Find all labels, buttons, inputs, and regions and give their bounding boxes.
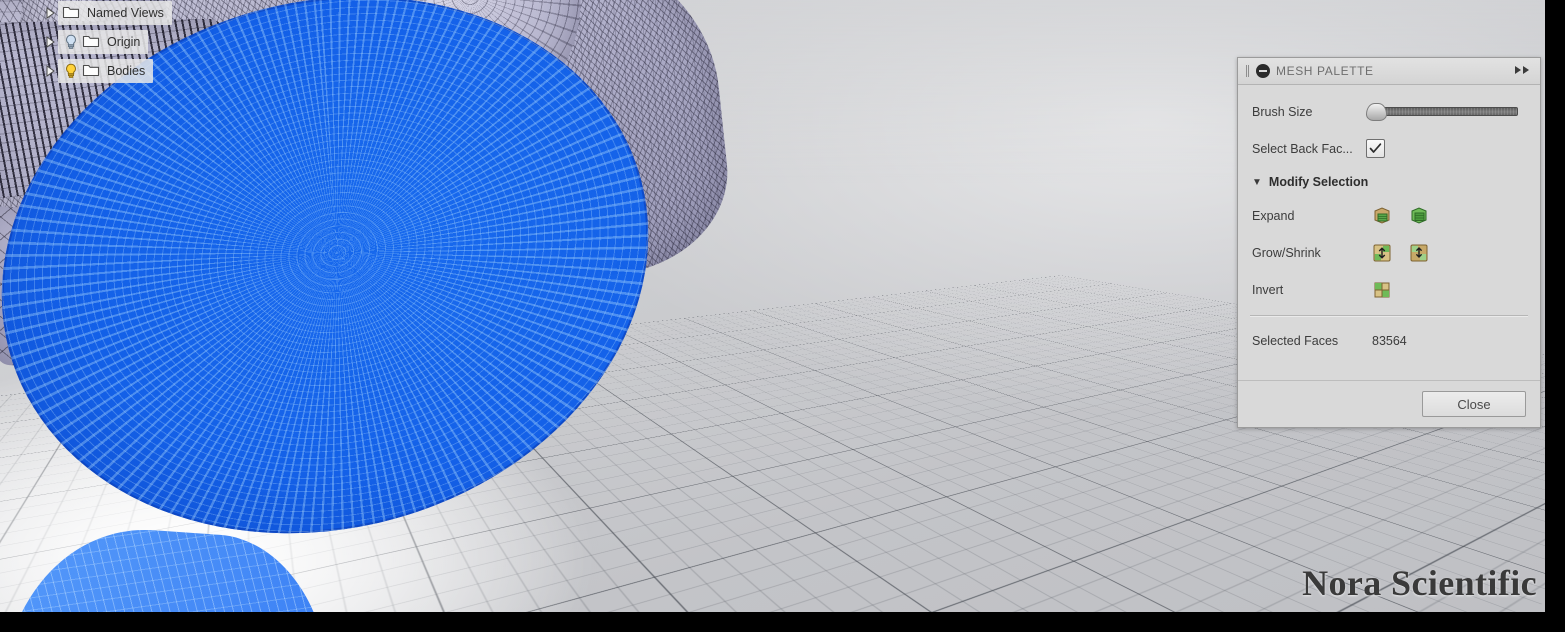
folder-icon xyxy=(82,62,100,80)
expand-triangle-icon[interactable] xyxy=(42,29,58,55)
tree-chip[interactable]: Origin xyxy=(58,30,149,54)
tree-row-origin[interactable]: Origin xyxy=(42,29,252,55)
expand-triangle-icon[interactable] xyxy=(42,0,58,26)
tree-chip[interactable]: Bodies xyxy=(58,59,154,83)
screenshot-frame: 3 Named xyxy=(0,0,1565,632)
expand-triangle-icon[interactable] xyxy=(42,58,58,84)
caret-down-icon[interactable]: ▼ xyxy=(1252,177,1262,188)
minimize-circle-icon[interactable] xyxy=(1256,64,1270,78)
slider-thumb[interactable] xyxy=(1366,102,1387,121)
select-back-faces-row: Select Back Fac... xyxy=(1238,130,1540,167)
mesh-palette-title: MESH PALETTE xyxy=(1276,64,1374,78)
invert-label: Invert xyxy=(1252,282,1284,297)
mesh-palette-panel[interactable]: MESH PALETTE Brush Size Select Back Fac.… xyxy=(1237,57,1541,428)
modify-selection-section-header[interactable]: ▼ Modify Selection xyxy=(1238,167,1540,197)
brush-size-row: Brush Size xyxy=(1238,93,1540,130)
select-back-faces-checkbox[interactable] xyxy=(1366,139,1385,158)
slider-track[interactable] xyxy=(1380,107,1518,116)
mesh-palette-header[interactable]: MESH PALETTE xyxy=(1238,58,1540,85)
lightbulb-on-icon[interactable] xyxy=(62,62,80,80)
expand-row: Expand xyxy=(1238,197,1540,234)
brush-size-slider[interactable] xyxy=(1366,102,1518,121)
grow-shrink-label: Grow/Shrink xyxy=(1252,245,1321,260)
browser-tree[interactable]: Named Views Origin Bodies xyxy=(42,0,252,87)
invert-buttons xyxy=(1372,280,1392,300)
modeling-viewport[interactable]: 3 Named xyxy=(0,0,1545,612)
lightbulb-off-icon[interactable] xyxy=(62,33,80,51)
checkmark-icon xyxy=(1369,143,1382,153)
select-back-faces-label: Select Back Fac... xyxy=(1252,141,1353,156)
watermark-text: Nora Scientific xyxy=(1302,563,1537,603)
selected-faces-value: 83564 xyxy=(1372,333,1407,348)
selected-wheel-group[interactable] xyxy=(0,0,667,612)
invert-selection-icon[interactable] xyxy=(1372,280,1392,300)
tree-row-named-views[interactable]: Named Views xyxy=(42,0,252,26)
tree-item-label: Bodies xyxy=(107,64,146,78)
invert-row: Invert xyxy=(1238,271,1540,308)
brush-size-label: Brush Size xyxy=(1252,104,1313,119)
shrink-selection-icon[interactable] xyxy=(1409,243,1429,263)
tree-chip[interactable]: Named Views xyxy=(58,1,172,25)
drag-grip-icon[interactable] xyxy=(1242,64,1250,78)
close-button[interactable]: Close xyxy=(1422,391,1526,417)
tree-row-bodies[interactable]: Bodies xyxy=(42,58,252,84)
expand-box-green-icon[interactable] xyxy=(1409,206,1429,226)
tree-item-label: Named Views xyxy=(87,6,164,20)
folder-icon xyxy=(62,4,80,22)
expand-buttons xyxy=(1372,206,1429,226)
tree-item-label: Origin xyxy=(107,35,141,49)
grow-shrink-row: Grow/Shrink xyxy=(1238,234,1540,271)
expand-box-tan-icon[interactable] xyxy=(1372,206,1392,226)
mesh-palette-body: Brush Size Select Back Fac... ▼ Modify S… xyxy=(1238,85,1540,359)
section-divider xyxy=(1250,315,1528,316)
selected-faces-row: Selected Faces 83564 xyxy=(1238,322,1540,359)
modify-selection-label: Modify Selection xyxy=(1268,175,1369,189)
grow-selection-icon[interactable] xyxy=(1372,243,1392,263)
grow-shrink-buttons xyxy=(1372,243,1429,263)
folder-icon xyxy=(82,33,100,51)
selected-faces-label: Selected Faces xyxy=(1252,333,1339,348)
mesh-palette-footer: Close xyxy=(1238,380,1540,427)
double-chevron-right-icon[interactable] xyxy=(1514,64,1532,78)
expand-label: Expand xyxy=(1252,208,1295,223)
